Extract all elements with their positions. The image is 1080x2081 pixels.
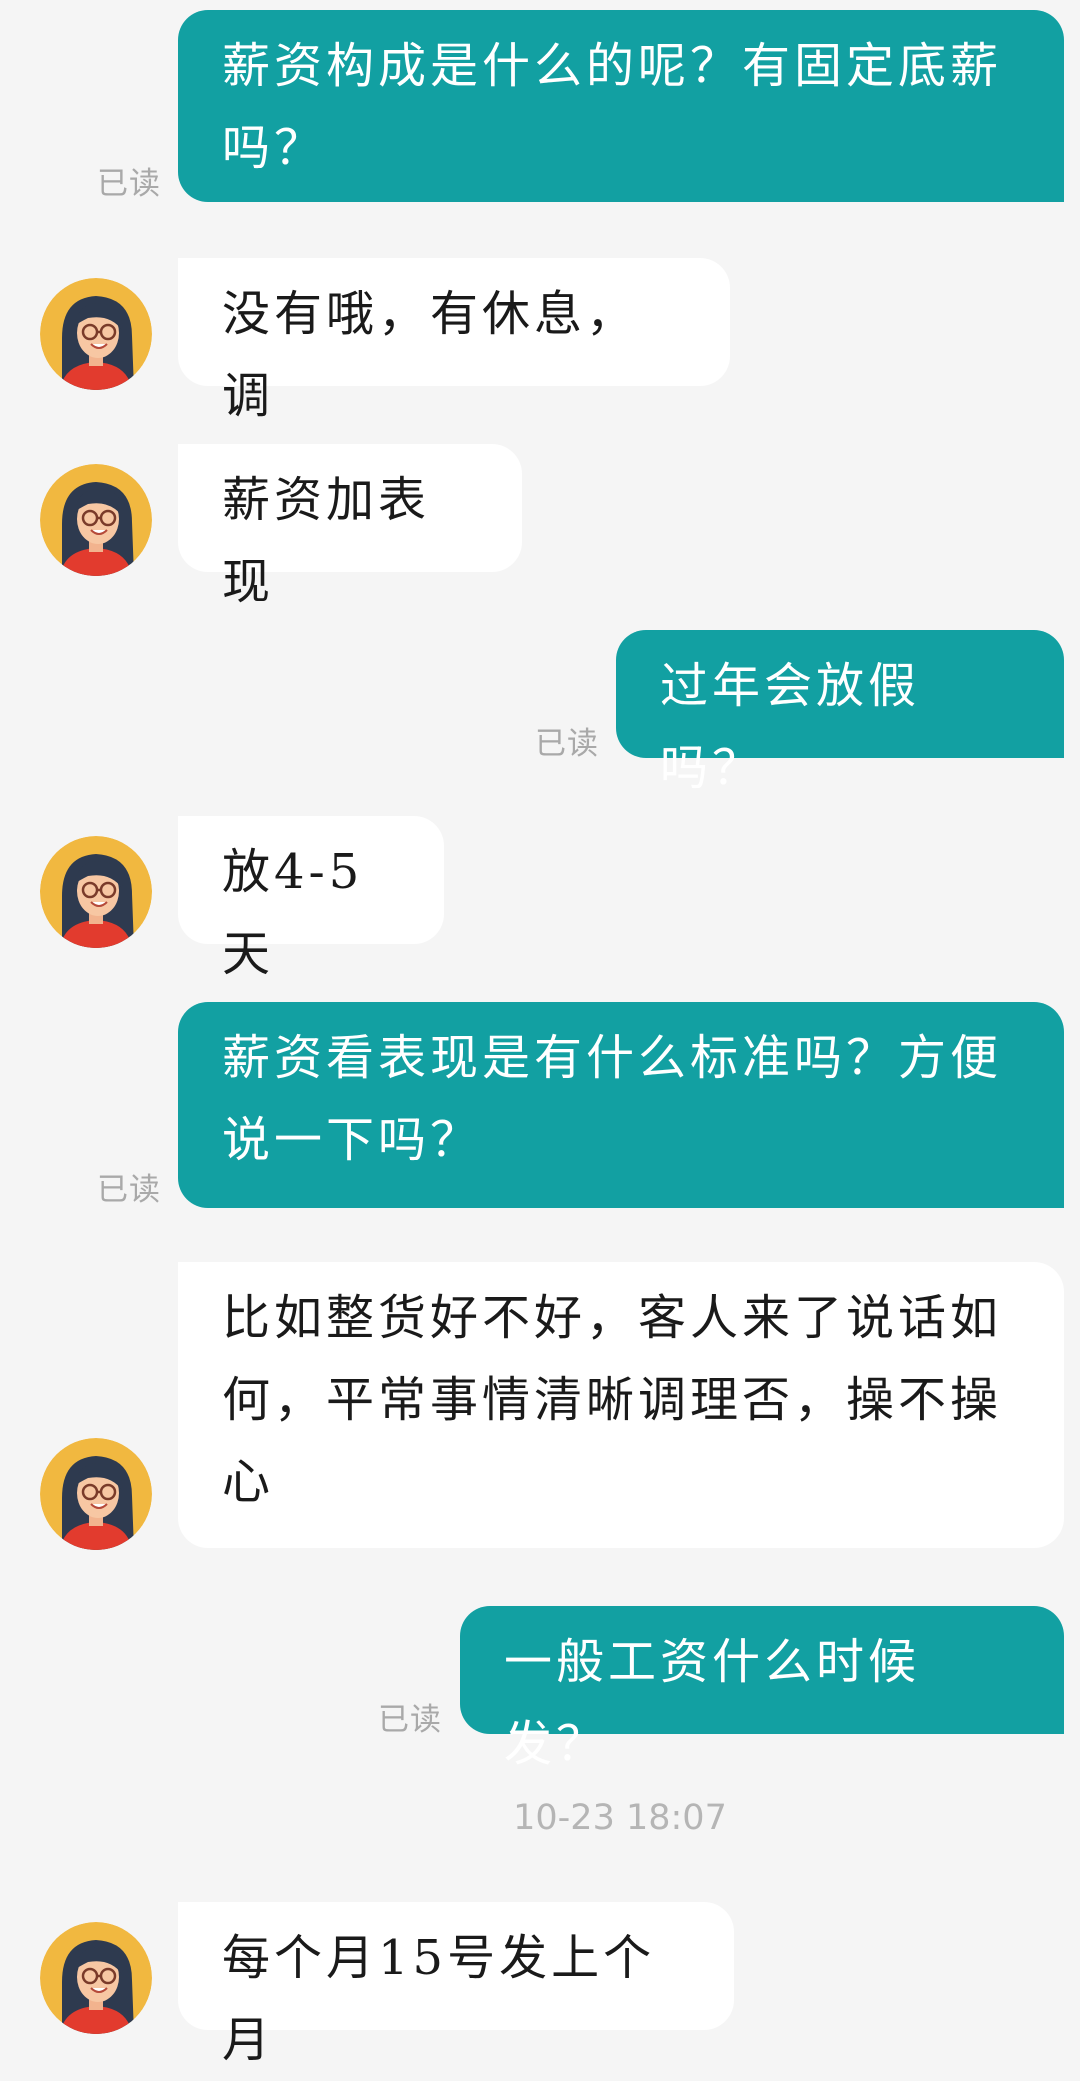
- woman-with-glasses-avatar-icon: [40, 836, 152, 948]
- read-receipt: 已读: [535, 726, 599, 762]
- chat-message-list[interactable]: 薪资构成是什么的呢？有固定底薪 吗？ 已读 没有哦，有休息，调 薪资加表现 过年…: [0, 0, 1080, 2068]
- woman-with-glasses-avatar-icon: [40, 1922, 152, 2034]
- read-receipt: 已读: [97, 1172, 161, 1208]
- outgoing-message-bubble[interactable]: 薪资看表现是有什么标准吗？方便 说一下吗？: [178, 1002, 1064, 1208]
- incoming-message-bubble[interactable]: 比如整货好不好，客人来了说话如 何，平常事情清晰调理否，操不操 心: [178, 1262, 1064, 1548]
- incoming-message-bubble[interactable]: 没有哦，有休息，调: [178, 258, 730, 424]
- contact-avatar[interactable]: [40, 464, 152, 576]
- woman-with-glasses-avatar-icon: [40, 278, 152, 390]
- outgoing-message-bubble[interactable]: 一般工资什么时候发？: [460, 1606, 1064, 1772]
- read-receipt: 已读: [97, 166, 161, 202]
- outgoing-message-bubble[interactable]: 薪资构成是什么的呢？有固定底薪 吗？: [178, 10, 1064, 202]
- timestamp-divider: 10-23 18:07: [513, 1798, 727, 1838]
- contact-avatar[interactable]: [40, 1438, 152, 1550]
- contact-avatar[interactable]: [40, 836, 152, 948]
- read-receipt: 已读: [378, 1702, 442, 1738]
- contact-avatar[interactable]: [40, 1922, 152, 2034]
- woman-with-glasses-avatar-icon: [40, 464, 152, 576]
- incoming-message-bubble[interactable]: 每个月15号发上个月: [178, 1902, 734, 2068]
- incoming-message-bubble[interactable]: 薪资加表现: [178, 444, 522, 610]
- outgoing-message-bubble[interactable]: 过年会放假吗？: [616, 630, 1064, 796]
- contact-avatar[interactable]: [40, 278, 152, 390]
- incoming-message-bubble[interactable]: 放4-5天: [178, 816, 444, 982]
- woman-with-glasses-avatar-icon: [40, 1438, 152, 1550]
